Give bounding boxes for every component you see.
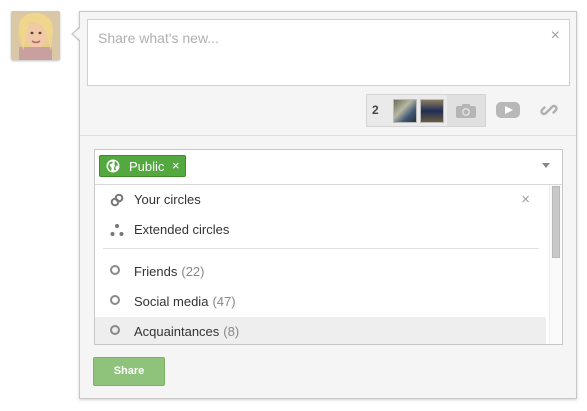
list-item-label: Acquaintances (8)	[134, 324, 240, 339]
photo-attachments: 2	[366, 94, 486, 127]
link-icon[interactable]	[540, 101, 558, 119]
divider	[80, 135, 576, 136]
scrollbar[interactable]	[549, 185, 562, 344]
camera-icon	[456, 104, 476, 118]
video-icon[interactable]	[496, 102, 520, 118]
public-chip[interactable]: Public ×	[99, 155, 186, 177]
chevron-down-icon[interactable]	[542, 163, 550, 168]
circles-list: Your circles × Extended circles Friends(…	[95, 185, 547, 344]
member-count: (22)	[181, 264, 205, 279]
audience-field[interactable]: Public ×	[95, 150, 562, 185]
scrollbar-thumb[interactable]	[552, 186, 560, 258]
add-photo-button[interactable]	[447, 95, 485, 126]
photo-count: 2	[372, 103, 379, 117]
share-box: Share what's new... × 2 Public × Your ci…	[79, 11, 577, 399]
avatar-photo	[11, 11, 60, 60]
globe-icon	[106, 159, 120, 173]
list-item-extended-circles[interactable]: Extended circles	[95, 215, 546, 245]
photo-thumbnail[interactable]	[420, 99, 444, 123]
list-item-label: Your circles	[134, 192, 201, 207]
audience-picker: Public × Your circles × Extended circles…	[94, 149, 563, 345]
radio-icon[interactable]	[110, 295, 120, 305]
share-input-placeholder: Share what's new...	[98, 30, 219, 46]
member-count: (47)	[212, 294, 236, 309]
list-item-friends[interactable]: Friends (22)	[95, 257, 546, 287]
list-item-acquaintances[interactable]: Acquaintances (8)	[95, 317, 546, 344]
list-item-social-media[interactable]: Social media (47)	[95, 287, 546, 317]
chip-remove-icon[interactable]: ×	[172, 158, 180, 173]
card-pointer-fill	[73, 27, 81, 41]
extended-circles-icon	[110, 224, 124, 236]
close-icon[interactable]: ×	[551, 28, 560, 44]
radio-icon[interactable]	[110, 265, 120, 275]
avatar[interactable]	[11, 11, 60, 60]
close-icon[interactable]: ×	[521, 191, 530, 208]
list-divider	[103, 248, 539, 249]
list-item-label: Extended circles	[134, 222, 230, 237]
radio-icon[interactable]	[110, 325, 120, 335]
share-button[interactable]: Share	[93, 357, 165, 386]
chip-label: Public	[129, 159, 165, 174]
share-input[interactable]: Share what's new... ×	[87, 19, 570, 86]
list-item-your-circles[interactable]: Your circles ×	[95, 185, 546, 215]
photo-thumbnail[interactable]	[393, 99, 417, 123]
list-item-label: Friends (22)	[134, 264, 205, 279]
link-icon	[110, 193, 124, 207]
member-count: (8)	[223, 324, 240, 339]
list-item-label: Social media (47)	[134, 294, 236, 309]
